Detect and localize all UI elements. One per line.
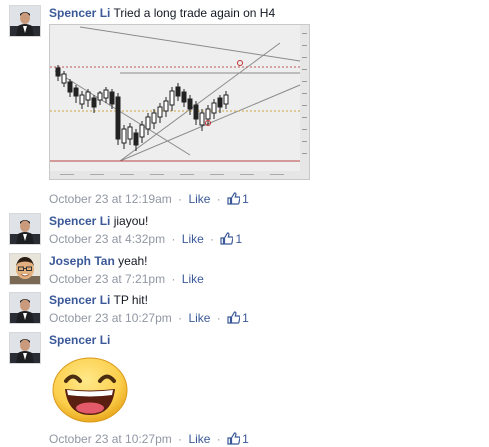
separator: · xyxy=(216,311,221,325)
like-button[interactable]: Like xyxy=(182,272,204,286)
comment-timestamp[interactable]: October 23 at 12:19am xyxy=(49,192,172,206)
like-count-number: 1 xyxy=(235,232,243,246)
comment-meta: October 23 at 7:21pm · Like xyxy=(49,271,485,287)
comment-meta: October 23 at 4:32pm · Like · 1 xyxy=(49,231,485,247)
separator: · xyxy=(171,232,176,246)
separator: · xyxy=(178,192,183,206)
avatar[interactable] xyxy=(9,253,41,285)
like-count[interactable]: 1 xyxy=(227,432,249,446)
like-button[interactable]: Like xyxy=(188,192,210,206)
comment-timestamp[interactable]: October 23 at 10:27pm xyxy=(49,432,172,446)
like-count-number: 1 xyxy=(242,432,249,446)
laughing-smiley-sticker-icon[interactable] xyxy=(52,357,128,423)
separator: · xyxy=(171,272,176,286)
avatar[interactable] xyxy=(9,5,41,37)
avatar[interactable] xyxy=(9,332,41,364)
comment-text: Tried a long trade again on H4 xyxy=(113,6,276,20)
thumbs-up-icon xyxy=(227,432,241,445)
comment-author[interactable]: Spencer Li xyxy=(49,214,110,228)
comment-text: yeah! xyxy=(118,254,148,268)
like-count[interactable]: 1 xyxy=(220,232,242,246)
like-button[interactable]: Like xyxy=(188,432,210,446)
comment-meta: October 23 at 10:27pm · Like · 1 xyxy=(49,310,485,326)
comment-author[interactable]: Spencer Li xyxy=(49,293,110,307)
comment-author[interactable]: Spencer Li xyxy=(49,333,110,347)
comment-author[interactable]: Joseph Tan xyxy=(49,254,115,268)
separator: · xyxy=(178,311,183,325)
like-count[interactable]: 1 xyxy=(227,192,249,206)
separator: · xyxy=(210,232,215,246)
like-count-number: 1 xyxy=(242,311,249,325)
thumbs-up-icon xyxy=(220,232,234,245)
comment-text: jiayou! xyxy=(113,214,149,228)
avatar[interactable] xyxy=(9,292,41,324)
chart-image[interactable] xyxy=(49,24,310,180)
separator: · xyxy=(216,432,221,446)
like-count-number: 1 xyxy=(242,192,249,206)
like-count[interactable]: 1 xyxy=(227,311,249,325)
separator: · xyxy=(216,192,221,206)
comment-timestamp[interactable]: October 23 at 4:32pm xyxy=(49,232,165,246)
separator: · xyxy=(178,432,183,446)
comment-timestamp[interactable]: October 23 at 10:27pm xyxy=(49,311,172,325)
like-button[interactable]: Like xyxy=(188,311,210,325)
thumbs-up-icon xyxy=(227,192,241,205)
comment-author[interactable]: Spencer Li xyxy=(49,6,110,20)
comment-timestamp[interactable]: October 23 at 7:21pm xyxy=(49,272,165,286)
thumbs-up-icon xyxy=(227,311,241,324)
like-button[interactable]: Like xyxy=(182,232,204,246)
comment-meta: October 23 at 10:27pm · Like · 1 xyxy=(49,431,249,447)
comment-meta: October 23 at 12:19am · Like · 1 xyxy=(49,191,249,207)
comment-text: TP hit! xyxy=(113,293,148,307)
avatar[interactable] xyxy=(9,213,41,245)
